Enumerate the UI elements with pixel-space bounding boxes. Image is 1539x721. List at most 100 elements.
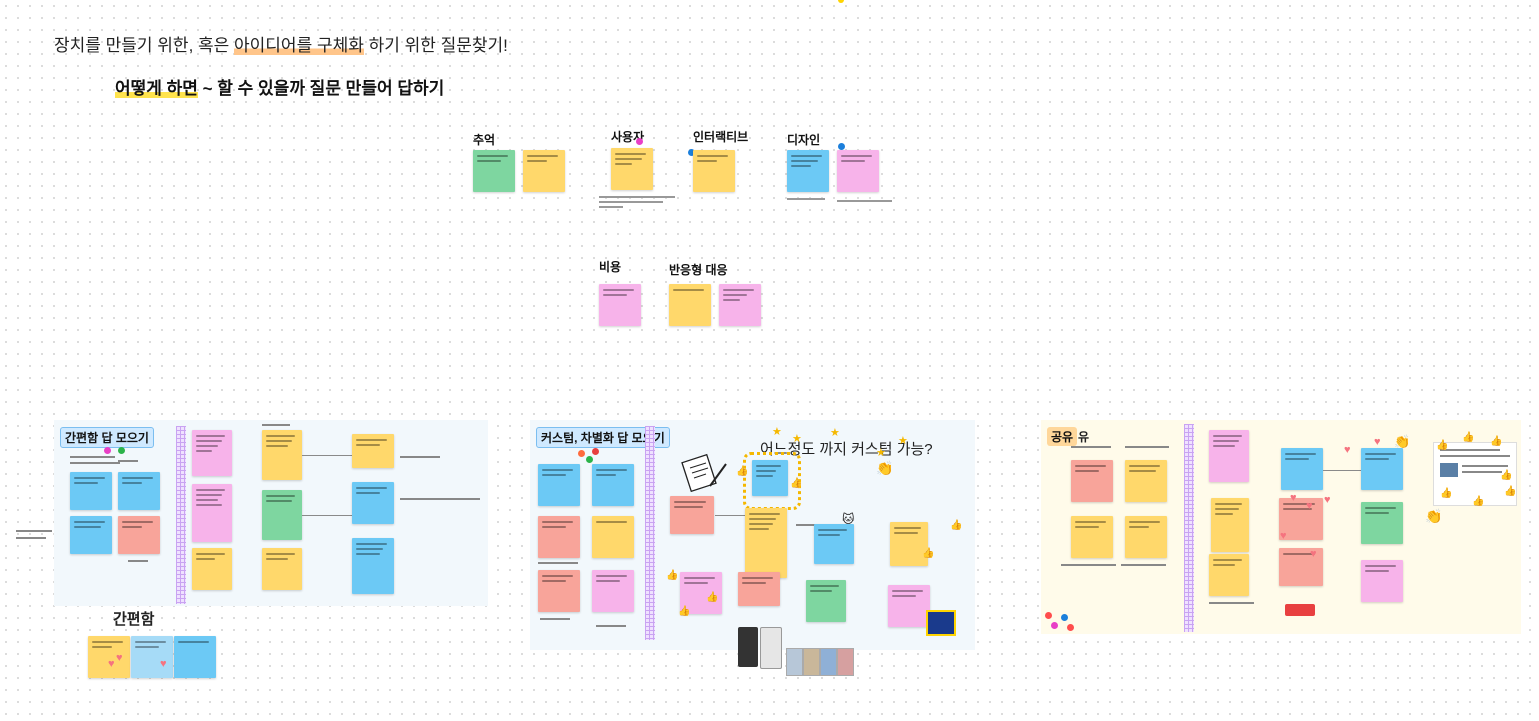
sticky-note[interactable] (131, 636, 173, 678)
sticky-note[interactable] (352, 434, 394, 468)
sticky-note[interactable] (262, 548, 302, 590)
sticky-note[interactable] (592, 464, 634, 506)
text-line (540, 618, 570, 620)
share-answer-board[interactable]: 공유 유 👏 (1041, 420, 1521, 634)
sticky-note[interactable] (523, 150, 565, 192)
sticky-note[interactable] (1071, 460, 1113, 502)
sticky-note[interactable] (890, 522, 928, 566)
sticky-note[interactable] (1125, 516, 1167, 558)
sticky-note[interactable] (192, 484, 232, 542)
connector-line (715, 515, 745, 516)
sticky-note[interactable] (752, 460, 788, 496)
sticky-note[interactable] (1361, 448, 1403, 490)
sticky-note[interactable] (473, 150, 515, 192)
avatar (1051, 622, 1058, 629)
sticky-note[interactable] (70, 516, 112, 554)
sticky-note[interactable] (352, 482, 394, 524)
thumbs-up-icon: 👍 (1436, 440, 1449, 451)
sticky-note[interactable] (814, 524, 854, 564)
sticky-note[interactable] (611, 148, 653, 190)
text-line (16, 537, 46, 539)
thumbs-up-icon: 👍 (1504, 486, 1517, 497)
text-line (70, 456, 115, 458)
heart-icon: ♥ (160, 658, 167, 670)
sticky-note[interactable] (1209, 554, 1249, 596)
sticky-note[interactable] (592, 570, 634, 612)
avatar (586, 456, 593, 463)
custom-answer-board[interactable]: 커스텀, 차별화 답 모으기 어느정도 까지 커스텀 가능? ★ ★ ★ ★ ★… (530, 420, 975, 650)
avatar (592, 448, 599, 455)
sticky-note[interactable] (669, 284, 711, 326)
text-line (538, 562, 578, 564)
subtitle-rest: ~ 할 수 있을까 질문 만들어 답하기 (197, 79, 445, 98)
sticky-note[interactable] (592, 516, 634, 558)
phone-mockup-icon (738, 627, 758, 667)
simple-footer-label: 간편함 (113, 611, 155, 628)
sticky-note[interactable] (192, 548, 232, 590)
share-board-title: 공유 (1047, 427, 1078, 446)
sticky-note[interactable] (1361, 560, 1403, 602)
sticky-note[interactable] (262, 490, 302, 540)
sticky-note[interactable] (837, 150, 879, 192)
heart-icon: ♥ (116, 652, 123, 664)
sticky-note[interactable] (806, 580, 846, 622)
sticky-note[interactable] (745, 508, 787, 578)
text-line (1071, 446, 1111, 448)
text-line (118, 460, 138, 462)
sticky-note[interactable] (1361, 502, 1403, 544)
sticky-note[interactable] (538, 570, 580, 612)
sticky-note[interactable] (787, 150, 829, 192)
sticky-note[interactable] (1125, 460, 1167, 502)
board-divider (176, 426, 186, 604)
heart-icon: ♥ (1280, 530, 1287, 542)
sticky-note[interactable] (1209, 430, 1249, 482)
photo-thumbnail (786, 648, 803, 676)
sticky-note[interactable] (888, 585, 930, 627)
category-design: 디자인 (787, 133, 821, 147)
sticky-note[interactable] (88, 636, 130, 678)
emoji-icon: 🐱 (842, 512, 855, 526)
sticky-note[interactable] (738, 572, 780, 606)
connector-line (302, 515, 352, 516)
subtitle-highlight: 어떻게 하면 (115, 79, 198, 98)
simple-board-title: 간편함 답 모으기 (60, 427, 154, 448)
text-line (1061, 564, 1116, 566)
share-title-rest: 유 (1078, 430, 1090, 444)
sticky-note[interactable] (192, 430, 232, 476)
sticky-note[interactable] (118, 472, 160, 510)
sticky-note[interactable] (262, 430, 302, 480)
heart-icon: ♥ (1306, 500, 1313, 512)
simple-answer-board[interactable]: 간편함 답 모으기 (54, 420, 488, 606)
design-caption (837, 200, 892, 202)
thumbs-up-icon: 👍 (1490, 436, 1503, 447)
sticky-note[interactable] (1211, 498, 1249, 552)
thumbs-up-icon: 👍 (706, 592, 719, 603)
sticky-note[interactable] (174, 636, 216, 678)
sticky-note[interactable] (599, 284, 641, 326)
sticky-note[interactable] (693, 150, 735, 192)
text-line (1209, 602, 1254, 604)
sticker-image (1285, 604, 1315, 616)
sticky-note[interactable] (1281, 448, 1323, 490)
heart-icon: ♥ (1344, 444, 1351, 456)
avatar (1067, 624, 1074, 631)
phone-mockup-icon (760, 627, 782, 669)
sticky-note[interactable] (719, 284, 761, 326)
sticky-note[interactable] (352, 538, 394, 594)
sticky-note[interactable] (1071, 516, 1113, 558)
user-note-caption (599, 196, 679, 208)
board-divider (645, 426, 655, 640)
sticky-note[interactable] (70, 472, 112, 510)
sticky-note[interactable] (538, 464, 580, 506)
heart-icon: ♥ (1310, 548, 1317, 560)
thumbs-up-icon: 👍 (790, 478, 803, 489)
category-interactive: 인터랙티브 (693, 130, 749, 144)
text-line (400, 498, 480, 500)
sticky-note[interactable] (670, 496, 714, 534)
avatar (578, 450, 585, 457)
clapping-hands-icon: 👏 (1394, 434, 1411, 449)
text-line (262, 424, 290, 426)
thumbs-up-icon: 👍 (1440, 488, 1453, 499)
sticky-note[interactable] (118, 516, 160, 554)
sticky-note[interactable] (538, 516, 580, 558)
